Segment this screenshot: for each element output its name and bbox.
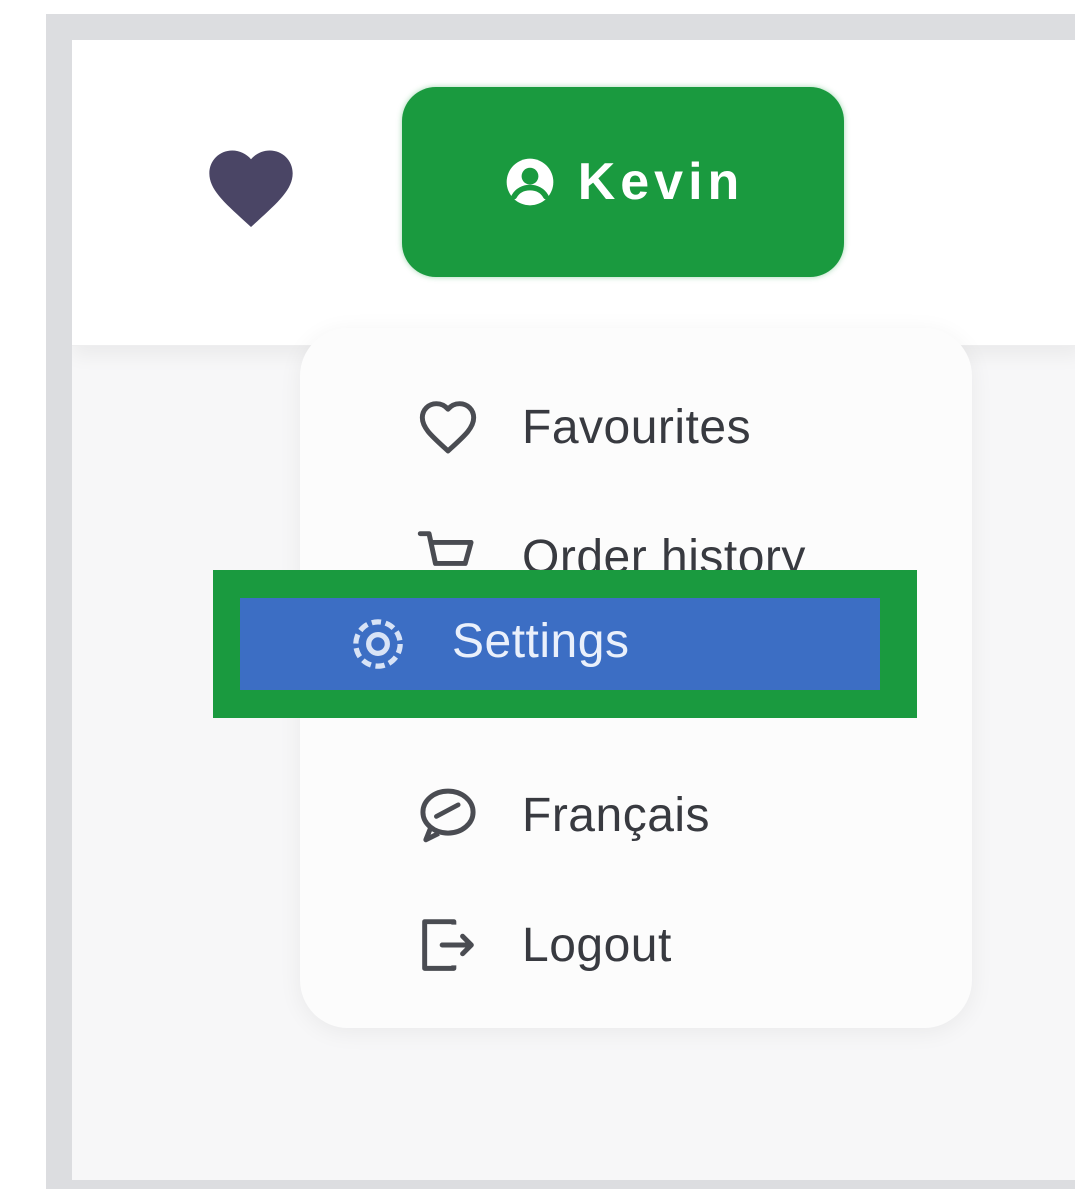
user-name-label: Kevin xyxy=(577,153,745,211)
menu-item-logout[interactable]: Logout xyxy=(300,886,972,1004)
user-circle-icon xyxy=(502,154,558,210)
menu-item-settings[interactable]: Settings xyxy=(240,598,880,690)
top-bar: Kevin xyxy=(72,40,1075,346)
gear-icon xyxy=(343,609,413,679)
menu-item-settings-focus-ring[interactable]: Settings xyxy=(213,570,917,718)
user-menu-button[interactable]: Kevin xyxy=(402,87,844,277)
menu-item-label: Logout xyxy=(522,918,672,972)
menu-item-language[interactable]: Français xyxy=(300,756,972,874)
chat-icon xyxy=(413,780,483,850)
menu-item-favourites[interactable]: Favourites xyxy=(300,368,972,486)
menu-item-label: Français xyxy=(522,788,711,842)
menu-item-label: Favourites xyxy=(522,400,752,454)
menu-item-label: Settings xyxy=(452,615,630,668)
heart-outline-icon xyxy=(413,392,483,462)
favourites-heart-icon[interactable] xyxy=(199,138,303,238)
logout-icon xyxy=(413,910,483,980)
